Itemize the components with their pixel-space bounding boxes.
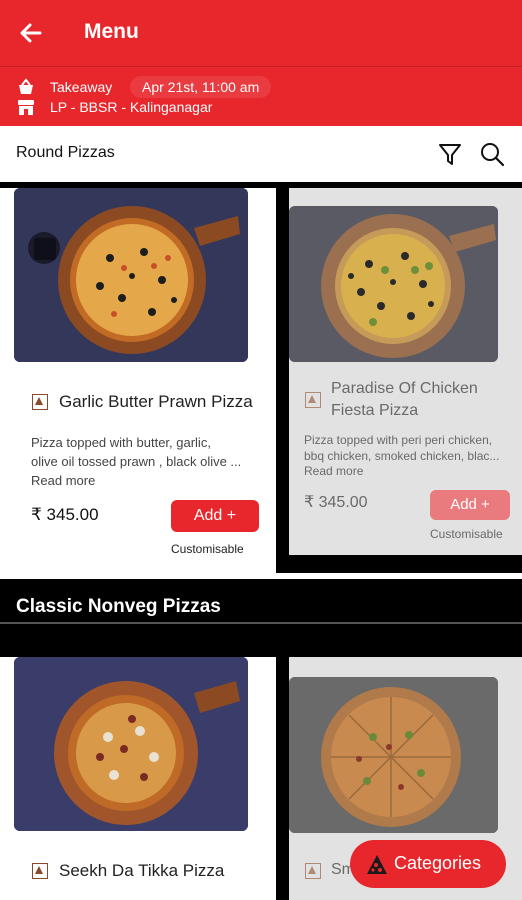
store-name: LP - BBSR - Kalinganagar — [50, 99, 213, 115]
add-button[interactable]: Add + — [430, 490, 510, 520]
item-description: olive oil tossed prawn , black olive ... — [31, 454, 242, 469]
section-title: Classic Nonveg Pizzas — [16, 596, 221, 617]
item-name: Paradise Of Chicken — [331, 380, 478, 397]
categories-button[interactable]: Categories — [350, 840, 506, 888]
pizza-image — [14, 657, 248, 831]
read-more-link[interactable]: Read more — [304, 464, 363, 478]
page-title: Menu — [84, 20, 139, 43]
customisable-label: Customisable — [171, 542, 244, 556]
pizza-slice-icon — [367, 855, 387, 874]
order-mode: Takeaway — [50, 79, 113, 95]
nonveg-icon — [32, 394, 48, 410]
customisable-label: Customisable — [430, 527, 503, 541]
nonveg-icon — [32, 863, 48, 879]
read-more-link[interactable]: Read more — [31, 473, 95, 488]
arrow-left-icon[interactable] — [14, 18, 48, 48]
nonveg-icon — [305, 863, 321, 879]
add-button[interactable]: Add + — [171, 500, 259, 532]
section-divider — [0, 622, 522, 624]
section-header: Classic Nonveg Pizzas — [0, 582, 522, 622]
item-name: Seekh Da Tikka Pizza — [59, 861, 225, 880]
menu-item-card[interactable]: Seekh Da Tikka Pizza — [0, 657, 276, 900]
store-icon — [18, 100, 34, 115]
item-description: bbq chicken, smoked chicken, blac... — [304, 449, 500, 463]
pizza-image — [289, 677, 498, 833]
order-datetime[interactable]: Apr 21st, 11:00 am — [130, 76, 272, 98]
item-price: ₹ 345.00 — [304, 494, 368, 511]
pizza-image — [14, 188, 248, 362]
item-name: Fiesta Pizza — [331, 402, 419, 419]
item-name: Garlic Butter Prawn Pizza — [59, 392, 253, 411]
filter-icon[interactable] — [436, 140, 464, 168]
order-info-bar[interactable]: Takeaway Apr 21st, 11:00 am LP - BBSR - … — [0, 66, 522, 127]
section-divider — [0, 573, 522, 579]
section-title: Round Pizzas — [16, 144, 115, 161]
item-description: Pizza topped with butter, garlic, — [31, 435, 211, 450]
categories-label: Categories — [394, 853, 482, 873]
app-bar: Menu — [0, 0, 522, 66]
pizza-image — [289, 206, 498, 362]
search-icon[interactable] — [478, 140, 506, 168]
menu-item-card[interactable]: Paradise Of Chicken Fiesta Pizza Pizza t… — [289, 188, 522, 555]
nonveg-icon — [305, 392, 321, 408]
menu-item-card[interactable]: Garlic Butter Prawn Pizza Pizza topped w… — [0, 188, 276, 573]
item-price: ₹ 345.00 — [31, 505, 99, 524]
basket-icon — [19, 78, 33, 94]
